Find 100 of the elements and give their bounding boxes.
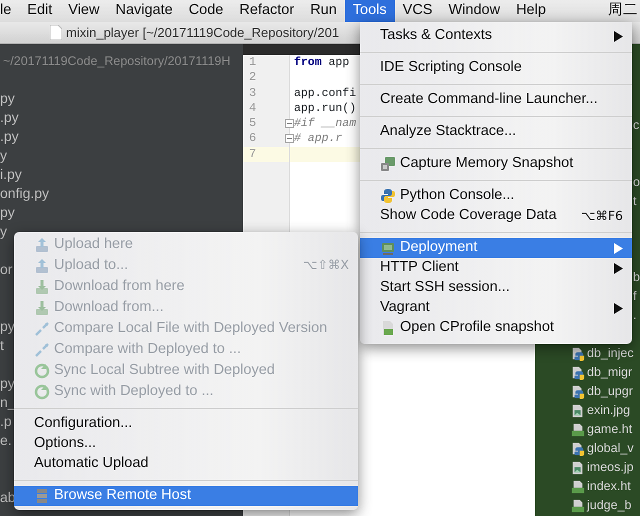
compare-icon [34, 342, 50, 358]
menu-item[interactable]: Window [440, 0, 508, 22]
python-file-icon [571, 384, 585, 398]
file-name[interactable]: db_migr [587, 363, 632, 382]
menu-item[interactable]: Refactor [231, 0, 302, 22]
menu-item[interactable]: Browse Remote Host [14, 486, 358, 506]
file-name[interactable]: y [0, 223, 7, 239]
file-name[interactable]: t [633, 192, 636, 211]
file-name[interactable]: or [0, 261, 12, 277]
file-name[interactable]: t [0, 337, 4, 353]
file-name[interactable]: .py [0, 128, 19, 144]
menu-item[interactable]: VCS [394, 0, 440, 22]
submenu-arrow-icon [613, 242, 623, 254]
file-name[interactable]: e. [0, 432, 12, 448]
fold-icon[interactable] [285, 134, 294, 144]
file-name[interactable]: n_ [0, 394, 16, 410]
line-number: 6 [249, 131, 256, 146]
menu-item[interactable]: Edit [19, 0, 60, 22]
code-line: app.run() [293, 100, 358, 116]
menu-item[interactable]: le [0, 0, 20, 22]
shortcut-text: ⌥⇧⌘X [303, 256, 349, 274]
python-icon [380, 188, 396, 204]
file-name[interactable]: exin.jpg [587, 401, 630, 420]
file-name[interactable]: py [0, 375, 15, 391]
project-path: ~/20171119Code_Repository/20171119H [3, 54, 230, 68]
menu-item[interactable]: Deployment [360, 238, 632, 258]
menu-item[interactable]: Python Console... [360, 186, 632, 206]
submenu-arrow-icon [613, 302, 623, 314]
fold-icon[interactable] [285, 119, 294, 128]
menu-item[interactable]: View [60, 0, 108, 22]
line-number: 5 [249, 116, 256, 130]
download-icon [34, 278, 50, 294]
menu-item[interactable]: Navigate [107, 0, 181, 22]
menu-item[interactable]: Vagrant [360, 298, 632, 318]
chip-icon [380, 156, 396, 172]
file-name[interactable]: c [633, 116, 640, 135]
clock-text: 周二 [608, 1, 639, 20]
file-name[interactable]: . [633, 306, 636, 325]
line-number: 2 [249, 70, 256, 84]
file-name[interactable]: py [0, 204, 15, 220]
menu-item[interactable]: Automatic Upload [14, 454, 358, 474]
menu-item[interactable]: Create Command-line Launcher... [360, 90, 632, 110]
code-line: #if __nam [293, 116, 358, 132]
file-name[interactable]: y [0, 147, 7, 163]
menu-item[interactable]: Run [302, 0, 345, 22]
line-number: 4 [249, 100, 256, 115]
file-name[interactable]: game.ht [587, 420, 632, 439]
menu-item[interactable]: Code [180, 0, 232, 22]
code-line: app.confi [293, 86, 358, 101]
menu-item[interactable]: Analyze Stacktrace... [360, 122, 632, 142]
menu-item[interactable]: Help [508, 0, 554, 22]
file-name[interactable]: o [633, 173, 640, 192]
image-file-icon [571, 404, 585, 418]
file-name[interactable]: py [0, 318, 15, 334]
file-name[interactable]: imeos.jp [587, 458, 634, 477]
file-name[interactable]: f [633, 287, 636, 306]
file-name[interactable]: onfig.py [0, 185, 50, 201]
compare-icon [34, 320, 50, 336]
menu-item[interactable]: Tools [344, 0, 395, 22]
python-file-icon [571, 442, 585, 456]
document-icon [380, 320, 396, 336]
sync-icon [34, 384, 50, 400]
image-file-icon [571, 460, 585, 474]
upload-icon [34, 258, 50, 274]
upload-icon [34, 236, 50, 252]
menu-item[interactable]: Show Code Coverage Data ⌥⌘F6 [360, 206, 632, 226]
code-line: # app.r [293, 131, 344, 147]
submenu-arrow-icon [613, 262, 623, 274]
python-file-icon [571, 346, 585, 360]
server-icon [380, 240, 396, 256]
shortcut-text: ⌥⌘F6 [580, 206, 623, 225]
file-name[interactable]: db_injec [587, 344, 634, 363]
file-name[interactable]: py [0, 90, 15, 106]
menu-item[interactable]: Configuration... [14, 414, 358, 434]
python-file-icon [571, 366, 585, 380]
file-name[interactable]: judge_b [587, 496, 632, 515]
line-number: 1 [249, 55, 256, 69]
menu-item[interactable]: Capture Memory Snapshot [360, 154, 632, 174]
menu-item[interactable]: Options... [14, 434, 358, 454]
menu-item[interactable]: Open CProfile snapshot [360, 318, 632, 338]
submenu-arrow-icon [613, 30, 623, 42]
file-name[interactable]: index.ht [587, 477, 631, 496]
file-name[interactable]: i.py [0, 166, 22, 182]
download-icon [34, 300, 50, 316]
menu-item[interactable]: Tasks & Contexts [360, 26, 632, 46]
document-icon [50, 25, 62, 40]
sync-icon [34, 362, 50, 378]
file-name[interactable]: b [633, 268, 640, 287]
file-name[interactable]: .p [0, 413, 12, 429]
file-name[interactable]: global_v [587, 439, 634, 458]
line-number: 3 [249, 86, 256, 100]
file-name[interactable]: .py [0, 109, 19, 125]
html-file-icon [571, 498, 585, 512]
menu-item[interactable]: IDE Scripting Console [360, 58, 632, 78]
menu-item[interactable]: Start SSH session... [360, 278, 632, 298]
menu-item[interactable]: HTTP Client [360, 258, 632, 278]
html-file-icon [571, 422, 585, 436]
html-file-icon [571, 480, 585, 494]
file-name[interactable]: db_upgr [587, 382, 633, 401]
line-number: 7 [249, 146, 256, 161]
